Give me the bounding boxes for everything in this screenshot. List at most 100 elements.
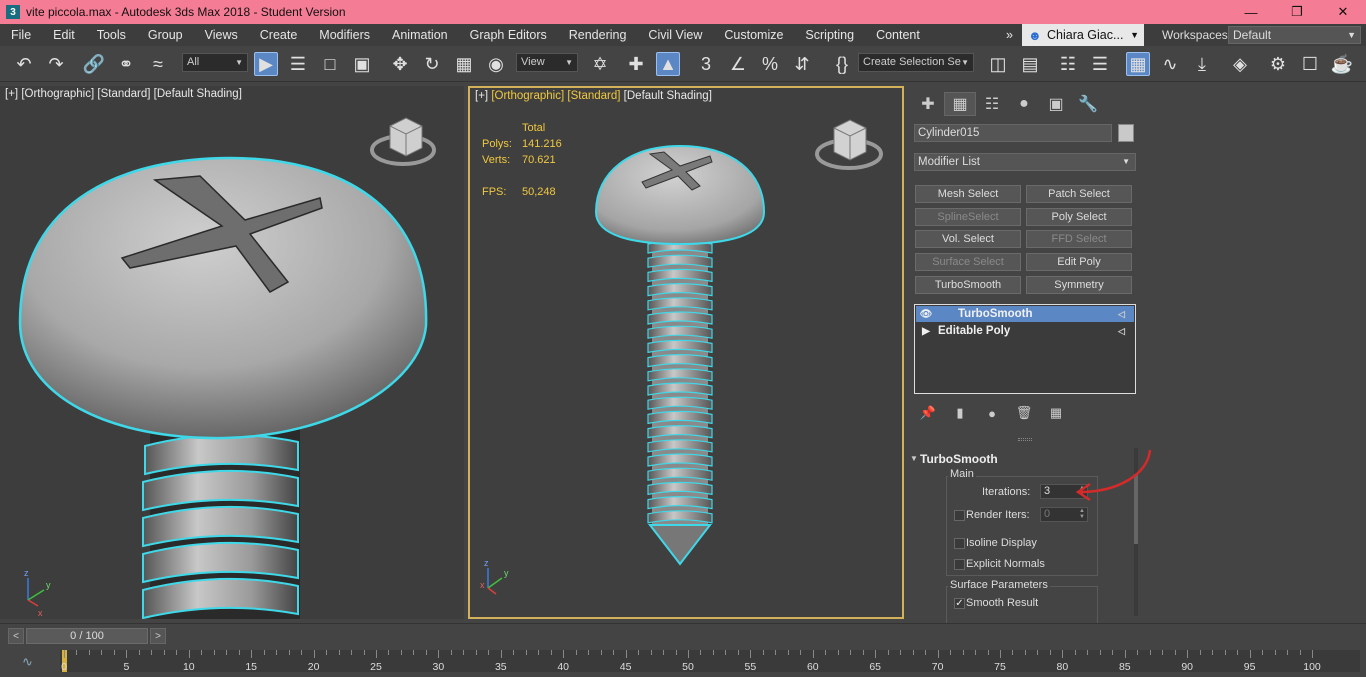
- link-icon[interactable]: 🔗: [82, 52, 106, 76]
- show-end-result-icon[interactable]: ▮: [948, 404, 972, 422]
- eye-icon[interactable]: 👁: [916, 309, 936, 320]
- symmetry-button[interactable]: Symmetry: [1026, 276, 1132, 294]
- viewport-left[interactable]: [+] [Orthographic] [Standard] [Default S…: [0, 86, 464, 619]
- named-selection-sets-dropdown[interactable]: Create Selection Se ▼: [858, 53, 974, 72]
- menu-edit[interactable]: Edit: [42, 28, 86, 42]
- menu-overflow[interactable]: »: [1002, 28, 1017, 42]
- move-icon[interactable]: ✥: [388, 52, 412, 76]
- edit-poly-button[interactable]: Edit Poly: [1026, 253, 1132, 271]
- align-icon[interactable]: ▤: [1018, 52, 1042, 76]
- configure-modifier-sets-icon[interactable]: ▦: [1044, 404, 1068, 422]
- rotate-icon[interactable]: ↻: [420, 52, 444, 76]
- isoline-display-checkbox[interactable]: [954, 538, 965, 549]
- rendered-frame-window-icon[interactable]: ☐: [1298, 52, 1322, 76]
- menu-customize[interactable]: Customize: [713, 28, 794, 42]
- place-icon[interactable]: ◉: [484, 52, 508, 76]
- select-by-name-icon[interactable]: ☰: [286, 52, 310, 76]
- window-crossing-icon[interactable]: ▣: [350, 52, 374, 76]
- viewcube[interactable]: [368, 112, 438, 174]
- create-tab-icon[interactable]: ✚: [912, 92, 944, 116]
- mini-curve-editor-icon[interactable]: ∿: [22, 654, 33, 670]
- menu-views[interactable]: Views: [194, 28, 249, 42]
- close-button[interactable]: ✕: [1320, 0, 1366, 24]
- poly-select-button[interactable]: Poly Select: [1026, 208, 1132, 226]
- scene-explorer-icon[interactable]: ☷: [1056, 52, 1080, 76]
- angle-snap-icon[interactable]: ∠: [726, 52, 750, 76]
- scale-icon[interactable]: ▦: [452, 52, 476, 76]
- stack-item-turbosmooth[interactable]: 👁 TurboSmooth ◁: [916, 306, 1134, 322]
- axis-x-label: x: [480, 580, 485, 590]
- make-unique-icon[interactable]: ●: [980, 404, 1004, 422]
- display-tab-icon[interactable]: ▣: [1040, 92, 1072, 116]
- time-slider[interactable]: 0 / 100: [26, 628, 148, 644]
- timeline-tick: [625, 650, 627, 658]
- timeline-tick: [425, 650, 427, 655]
- pin-stack-icon[interactable]: 📌: [916, 404, 940, 422]
- modifier-list-dropdown[interactable]: Modifier List ▼: [914, 153, 1136, 171]
- expand-triangle-icon[interactable]: ▶: [916, 326, 936, 337]
- rollout-collapse-icon[interactable]: ▼: [910, 454, 918, 463]
- render-setup-icon[interactable]: ⚙: [1266, 52, 1290, 76]
- spinner-snap-icon[interactable]: ⇵: [790, 52, 814, 76]
- turbosmooth-rollout-title[interactable]: TurboSmooth: [920, 452, 998, 466]
- vol-select-button[interactable]: Vol. Select: [915, 230, 1021, 248]
- motion-tab-icon[interactable]: ●: [1008, 92, 1040, 116]
- object-name-field[interactable]: Cylinder015: [914, 124, 1112, 142]
- viewcube[interactable]: [814, 114, 884, 176]
- mesh-select-button[interactable]: Mesh Select: [915, 185, 1021, 203]
- layer-explorer-icon[interactable]: ☰: [1088, 52, 1112, 76]
- menu-tools[interactable]: Tools: [86, 28, 137, 42]
- turbosmooth-button[interactable]: TurboSmooth: [915, 276, 1021, 294]
- remove-modifier-icon[interactable]: 🗑: [1012, 404, 1036, 422]
- object-color-swatch[interactable]: [1118, 124, 1134, 142]
- explicit-normals-checkbox[interactable]: [954, 559, 965, 570]
- menu-group[interactable]: Group: [137, 28, 194, 42]
- menu-civil-view[interactable]: Civil View: [637, 28, 713, 42]
- edit-named-selection-icon[interactable]: {}: [830, 52, 854, 76]
- bind-space-warp-icon[interactable]: ≈: [146, 52, 170, 76]
- pivot-center-icon[interactable]: ✡: [588, 52, 612, 76]
- minimize-button[interactable]: —: [1228, 0, 1274, 24]
- mirror-icon[interactable]: ◫: [986, 52, 1010, 76]
- user-account-menu[interactable]: ☻ Chiara Giac... ▼: [1022, 24, 1144, 46]
- percent-snap-icon[interactable]: %: [758, 52, 782, 76]
- unlink-icon[interactable]: ⚭: [114, 52, 138, 76]
- schematic-view-icon[interactable]: ⤓: [1190, 52, 1214, 76]
- stack-item-editable-poly[interactable]: ▶ Editable Poly ◁: [916, 323, 1134, 339]
- material-editor-icon[interactable]: ◈: [1228, 52, 1252, 76]
- snaps-toggle-icon[interactable]: 3: [694, 52, 718, 76]
- smooth-result-checkbox[interactable]: ✓: [954, 598, 965, 609]
- patch-select-button[interactable]: Patch Select: [1026, 185, 1132, 203]
- select-object-icon[interactable]: ▶: [254, 52, 278, 76]
- workspace-dropdown[interactable]: Default ▼: [1228, 26, 1361, 44]
- panel-divider-grip[interactable]: [1018, 438, 1032, 441]
- previous-frame-button[interactable]: <: [8, 628, 24, 644]
- viewport-right-active[interactable]: [+] [Orthographic] [Standard] [Default S…: [468, 86, 904, 619]
- curve-editor-icon[interactable]: ∿: [1158, 52, 1182, 76]
- redo-icon[interactable]: ↷: [44, 52, 68, 76]
- menu-animation[interactable]: Animation: [381, 28, 459, 42]
- menu-scripting[interactable]: Scripting: [794, 28, 865, 42]
- next-frame-button[interactable]: >: [150, 628, 166, 644]
- undo-icon[interactable]: ↶: [12, 52, 36, 76]
- main-toolbar: ↶ ↷ 🔗 ⚭ ≈ All ▼ ▶ ☰ □ ▣ ✥ ↻ ▦ ◉ View ▼ ✡…: [0, 46, 1366, 82]
- reference-coordinate-dropdown[interactable]: View ▼: [516, 53, 578, 72]
- menu-content[interactable]: Content: [865, 28, 931, 42]
- select-manipulate-icon[interactable]: ✚: [624, 52, 648, 76]
- render-production-icon[interactable]: ☕: [1330, 52, 1354, 76]
- render-iters-checkbox[interactable]: [954, 510, 965, 521]
- selection-filter-dropdown[interactable]: All ▼: [182, 53, 248, 72]
- track-bar[interactable]: 0 5 10 15 20 25 30 35 40 45 50 55 60 65 70 75 80 85 90 95 10…: [60, 650, 1360, 674]
- menu-file[interactable]: File: [0, 28, 42, 42]
- keyboard-shortcut-override-icon[interactable]: ▲: [656, 52, 680, 76]
- rectangular-region-icon[interactable]: □: [318, 52, 342, 76]
- toggle-ribbon-icon[interactable]: ▦: [1126, 52, 1150, 76]
- menu-graph-editors[interactable]: Graph Editors: [459, 28, 558, 42]
- modify-tab-icon[interactable]: ▦: [944, 92, 976, 116]
- menu-modifiers[interactable]: Modifiers: [308, 28, 381, 42]
- hierarchy-tab-icon[interactable]: ☷: [976, 92, 1008, 116]
- utilities-tab-icon[interactable]: 🔧: [1072, 92, 1104, 116]
- restore-button[interactable]: ❐: [1274, 0, 1320, 24]
- menu-create[interactable]: Create: [249, 28, 309, 42]
- menu-rendering[interactable]: Rendering: [558, 28, 638, 42]
